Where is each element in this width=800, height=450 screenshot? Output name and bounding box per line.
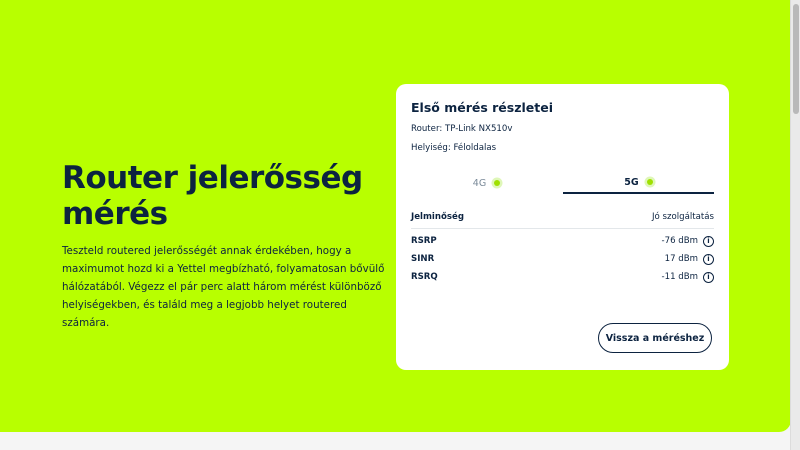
signal-quality-label: Jelminőség <box>411 212 464 222</box>
page-footer-area <box>0 432 791 450</box>
info-icon[interactable]: i <box>703 236 714 247</box>
tab-4g-label: 4G <box>472 177 487 189</box>
info-icon[interactable]: i <box>703 272 714 283</box>
measurement-details-card: Első mérés részletei Router: TP-Link NX5… <box>396 84 729 370</box>
card-title: Első mérés részletei <box>411 100 553 115</box>
metric-label: SINR <box>411 254 435 264</box>
metric-row-sinr: SINR 17 dBm i <box>411 254 714 268</box>
intro-text: Teszteld routered jelerősségét annak érd… <box>62 245 385 329</box>
metric-value: -11 dBm <box>661 272 699 282</box>
metric-value: -76 dBm <box>661 236 699 246</box>
metric-row-rsrq: RSRQ -11 dBm i <box>411 272 714 286</box>
signal-quality-row: Jelminőség Jó szolgáltatás <box>411 208 714 229</box>
network-tabs: 4G 5G <box>411 172 714 194</box>
info-icon[interactable]: i <box>703 254 714 265</box>
metric-label: RSRP <box>411 236 437 246</box>
status-dot-icon <box>646 179 653 185</box>
metric-value: 17 dBm <box>664 254 698 264</box>
scrollbar[interactable] <box>790 0 800 450</box>
page-title: Router jelerősség mérés <box>62 160 363 232</box>
router-info: Router: TP-Link NX510v <box>411 124 513 134</box>
tab-5g-label: 5G <box>624 176 639 188</box>
metric-row-rsrp: RSRP -76 dBm i <box>411 236 714 250</box>
signal-quality-value: Jó szolgáltatás <box>651 212 714 222</box>
metric-label: RSRQ <box>411 272 438 282</box>
tab-4g[interactable]: 4G <box>411 172 562 194</box>
hero-section: Router jelerősség mérés Teszteld routere… <box>0 0 791 432</box>
location-info: Helyiség: Féloldalas <box>411 143 497 153</box>
viewport: Router jelerősség mérés Teszteld routere… <box>0 0 800 450</box>
status-dot-icon <box>494 180 501 186</box>
scrollbar-thumb[interactable] <box>793 4 799 114</box>
tab-5g[interactable]: 5G <box>563 172 714 194</box>
back-to-measurement-button[interactable]: Vissza a méréshez <box>598 323 712 353</box>
